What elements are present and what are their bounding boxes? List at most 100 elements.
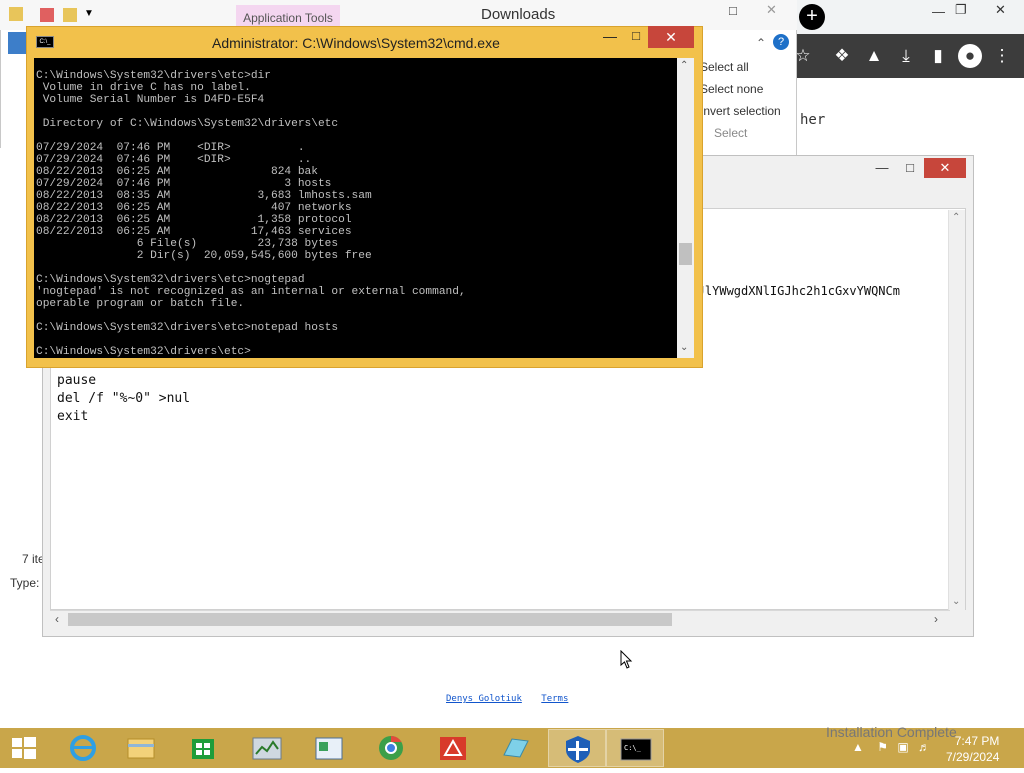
browser-minimize-button[interactable]: — [932,4,945,19]
network-icon[interactable]: ▣ [897,740,908,754]
windows-logo-icon [12,737,36,759]
notepad-line: del /f "%~0" >nul [57,391,191,406]
sidebar-icon[interactable]: ▮ [926,44,950,68]
quick-access-dropdown-icon[interactable]: ▼ [84,8,94,19]
file-tab[interactable] [8,32,28,54]
acrobat-icon[interactable] [424,729,482,767]
notepad-taskbar-icon[interactable] [300,729,358,767]
defender-icon[interactable] [548,729,606,767]
new-tab-button[interactable]: + [799,4,825,30]
cmd-scroll-up-icon[interactable]: ⌃ [680,60,688,71]
horizontal-scroll-thumb[interactable] [68,613,672,626]
console-line: 07/29/2024 07:46 PM <DIR> . [36,142,305,154]
scroll-right-icon[interactable]: › [934,612,938,626]
flask-icon[interactable]: ▲ [862,44,886,68]
download-icon[interactable]: ⤓ [894,44,918,68]
ribbon-collapse-icon[interactable]: ⌃ [756,36,766,50]
console-line: C:\Windows\System32\drivers\etc> [36,346,251,358]
file-explorer-icon[interactable] [112,729,170,767]
notepad-minimize-button[interactable]: — [870,158,894,178]
browser-content [797,78,1024,158]
help-icon[interactable]: ? [773,34,789,50]
cmd-vertical-scrollbar[interactable] [677,58,694,358]
console-line: 07/29/2024 07:46 PM <DIR> .. [36,154,312,166]
unknown-app-icon[interactable] [486,729,544,767]
store-icon[interactable] [174,729,232,767]
volume-icon[interactable]: ♬ [918,740,930,754]
explorer-title: Downloads [481,6,556,23]
cmd-window-icon[interactable]: C:\_ [36,36,54,48]
browser-close-button[interactable]: ✕ [995,2,1006,18]
console-line: 08/22/2013 06:25 AM 824 bak [36,166,318,178]
page-text-fragment: her [800,112,826,128]
explorer-close-button[interactable]: ✕ [766,2,777,18]
task-manager-icon[interactable] [238,729,296,767]
console-line: 2 Dir(s) 20,059,545,600 bytes free [36,250,372,262]
console-line: 6 File(s) 23,738 bytes [36,238,339,250]
cmd-title: Administrator: C:\Windows\System32\cmd.e… [212,35,500,51]
console-line: Volume Serial Number is D4FD-E5F4 [36,94,265,106]
show-hidden-icons-icon[interactable]: ▲ [852,740,864,754]
console-line: C:\Windows\System32\drivers\etc>dir [36,70,271,82]
invert-selection-button[interactable]: Invert selection [694,100,797,122]
profile-icon[interactable]: ● [958,44,982,68]
select-none-button[interactable]: Select none [694,78,797,100]
notepad-close-button[interactable]: ✕ [924,158,966,178]
explorer-maximize-button[interactable]: □ [729,3,737,18]
cmd-close-button[interactable]: ✕ [648,26,694,48]
cmd-minimize-button[interactable]: — [598,28,622,48]
cmd-scroll-down-icon[interactable]: ⌄ [680,342,688,353]
console-line: 'nogtepad' is not recognized as an inter… [36,286,466,298]
cmd-taskbar-icon[interactable]: C:\_ [606,729,664,767]
notepad-encoded-line: ЭIHJlYWwgdXNlIGJhc2h1cGxvYWQNCm [676,284,900,298]
chrome-icon[interactable] [362,729,420,767]
new-folder-icon[interactable] [63,8,77,22]
internet-explorer-icon[interactable] [54,729,112,767]
puzzle-icon[interactable]: ❖ [830,44,854,68]
cmd-output: C:\Windows\System32\drivers\etc>dir Volu… [36,70,676,358]
notepad-maximize-button[interactable]: □ [898,158,922,178]
cmd-maximize-button[interactable]: □ [624,28,648,48]
start-button[interactable] [0,729,58,767]
notepad-vertical-scrollbar[interactable] [948,210,965,610]
notepad-line: pause [57,373,97,388]
scroll-up-icon[interactable]: ⌃ [952,212,960,223]
author-link[interactable]: Denys Golotiuk [446,694,522,704]
ribbon-select-group: Select all Select none Invert selection … [694,56,797,148]
console-line: Volume in drive C has no label. [36,82,251,94]
svg-text:C:\_: C:\_ [624,744,642,752]
browser-maximize-button[interactable]: ❐ [955,2,967,18]
console-line: 08/22/2013 08:35 AM 3,683 lmhosts.sam [36,190,372,202]
properties-icon[interactable] [40,8,54,22]
console-line: 08/22/2013 06:25 AM 1,358 protocol [36,214,352,226]
cmd-scroll-thumb[interactable] [679,243,692,265]
clock-date: 7/29/2024 [946,750,1000,764]
type-column-label: Type: [10,576,40,590]
installation-toast: Installation Complete [826,724,957,740]
select-all-button[interactable]: Select all [694,56,797,78]
scroll-left-icon[interactable]: ‹ [55,612,59,626]
kebab-menu-icon[interactable]: ⋮ [990,44,1014,68]
select-group-label: Select [714,126,748,140]
clock-time: 7:47 PM [954,734,1000,748]
console-line: 08/22/2013 06:25 AM 17,463 services [36,226,352,238]
console-line: 08/22/2013 06:25 AM 407 networks [36,202,352,214]
notepad-line: exit [57,409,89,424]
console-line: 07/29/2024 07:46 PM 3 hosts [36,178,332,190]
terms-link[interactable]: Terms [541,694,568,704]
console-line: C:\Windows\System32\drivers\etc>notepad … [36,322,339,334]
console-line: C:\Windows\System32\drivers\etc>nogtepad [36,274,305,286]
taskbar-clock[interactable]: 7:47 PM 7/29/2024 [946,733,999,765]
folder-icon [9,7,23,21]
notepad-content: pause del /f "%~0" >nul exit [57,372,190,426]
mouse-cursor-icon [620,650,633,669]
console-line: Directory of C:\Windows\System32\drivers… [36,118,339,130]
action-center-icon[interactable]: ⚑ [877,740,888,754]
console-line: operable program or batch file. [36,298,245,310]
scroll-down-icon[interactable]: ⌄ [952,596,960,607]
